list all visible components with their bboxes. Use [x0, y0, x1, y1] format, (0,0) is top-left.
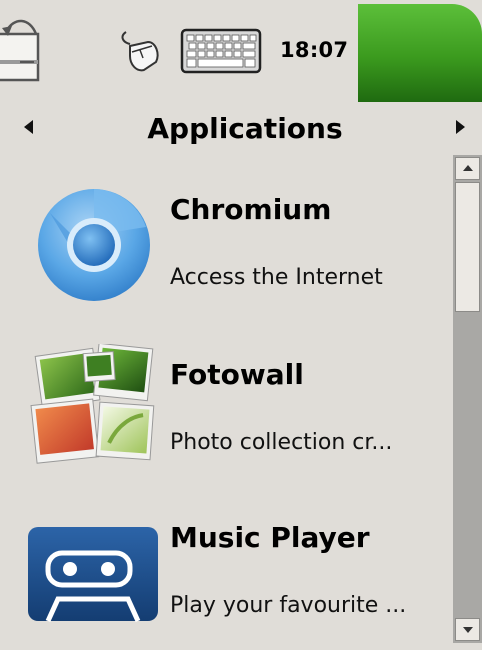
app-description: Access the Internet [170, 265, 383, 290]
scroll-up-button[interactable] [455, 157, 480, 180]
list-item-chromium[interactable]: Chromium Access the Internet [0, 155, 452, 320]
app-name: Music Player [170, 521, 370, 554]
app-description: Play your favourite ... [170, 593, 407, 618]
scrollbar-thumb[interactable] [455, 182, 480, 312]
mouse-icon[interactable] [118, 28, 162, 74]
home-button[interactable] [358, 4, 482, 102]
keyboard-icon[interactable] [180, 26, 262, 76]
arrow-up-icon [463, 165, 473, 171]
music-player-icon [28, 527, 158, 623]
page-title: Applications [147, 112, 343, 145]
category-header: Applications [0, 104, 482, 154]
list-item-music-player[interactable]: Music Player Play your favourite ... [0, 485, 452, 650]
application-list: Chromium Access the Internet Fotowall Ph… [0, 155, 452, 643]
clock: 18:07 [280, 38, 349, 62]
rotate-screen-icon[interactable] [0, 10, 44, 86]
app-name: Fotowall [170, 358, 304, 391]
list-item-fotowall[interactable]: Fotowall Photo collection cr... [0, 320, 452, 485]
fotowall-icon [30, 344, 155, 464]
scroll-down-button[interactable] [455, 618, 480, 641]
vertical-scrollbar[interactable] [453, 155, 482, 643]
app-name: Chromium [170, 193, 332, 226]
status-bar: 18:07 [0, 0, 482, 104]
chromium-icon [38, 189, 150, 301]
app-description: Photo collection cr... [170, 430, 393, 455]
next-category-arrow[interactable] [456, 120, 465, 134]
arrow-down-icon [463, 627, 473, 633]
